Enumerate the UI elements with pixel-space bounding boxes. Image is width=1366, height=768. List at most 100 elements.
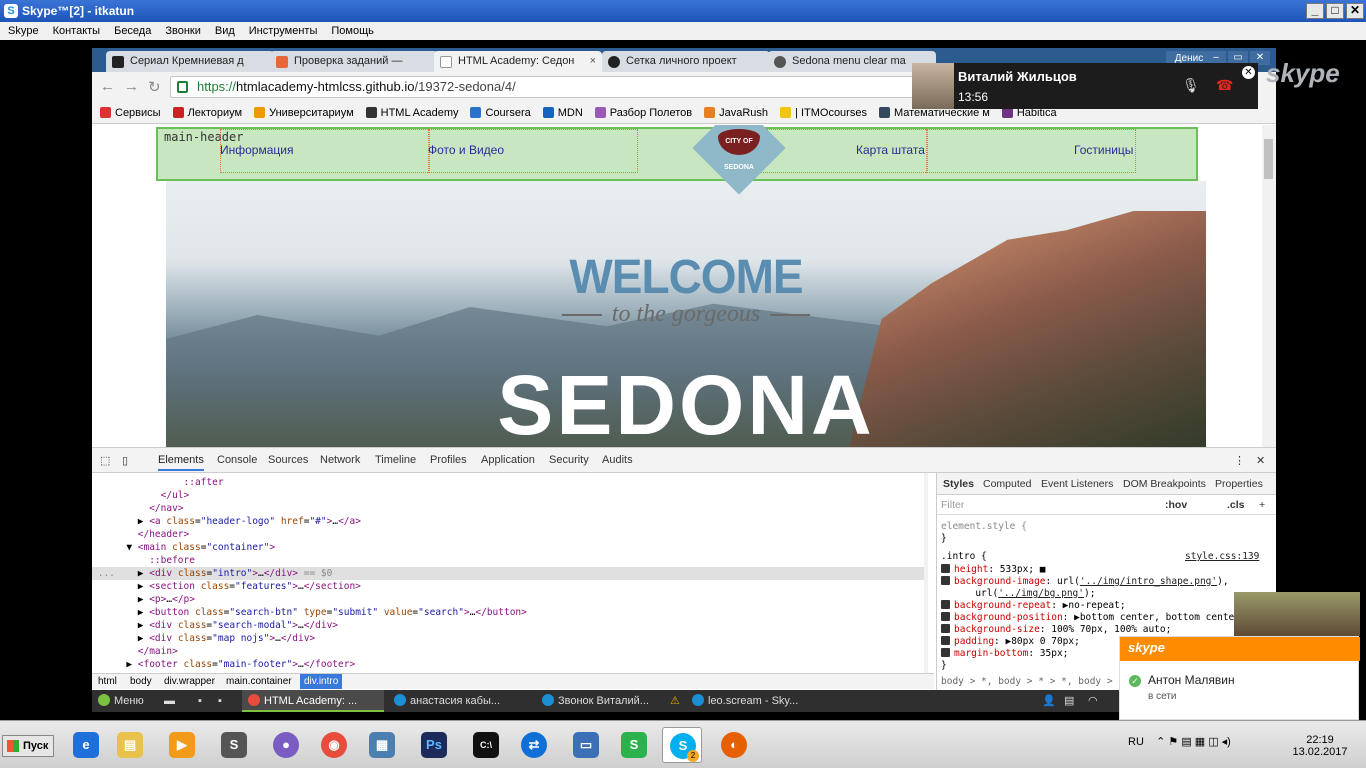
taskbar-network[interactable]: ▭	[566, 727, 606, 763]
taskbar-github[interactable]: ●	[266, 727, 306, 763]
task-skype-call[interactable]: Звонок Виталий...	[542, 690, 649, 712]
add-rule-icon[interactable]: +	[1259, 495, 1265, 515]
menu-calls[interactable]: Звонки	[157, 22, 207, 40]
tab-styles[interactable]: Styles	[943, 478, 974, 490]
filter-input[interactable]: Filter	[941, 499, 964, 511]
minimize-button[interactable]: _	[1306, 3, 1324, 19]
close-button[interactable]: ✕	[1346, 3, 1364, 19]
close-popup-icon[interactable]: ✕	[1242, 66, 1255, 79]
taskbar-skype[interactable]: S2	[662, 727, 702, 763]
taskbar-explorer[interactable]: ▤	[110, 727, 150, 763]
nav-link-photo[interactable]: Фото и Видео	[428, 143, 504, 157]
bookmark[interactable]: | ITMOcourses	[780, 107, 867, 119]
checkbox[interactable]	[941, 564, 950, 573]
tray-icons[interactable]: ⌃ ⚑ ▤ ▦ ◫ ◂)	[1156, 736, 1231, 748]
taskbar-media[interactable]: ▶	[162, 727, 202, 763]
mint-menu-button[interactable]: Меню	[98, 690, 144, 712]
forward-icon[interactable]: →	[124, 78, 139, 95]
reload-icon[interactable]: ↻	[148, 78, 161, 96]
tab-security[interactable]: Security	[549, 454, 589, 466]
task-skype-2[interactable]: leo.scream - Sky...	[692, 690, 798, 712]
checkbox[interactable]	[941, 576, 950, 585]
browser-tab[interactable]: Сетка личного проект	[602, 51, 770, 72]
close-tab-icon[interactable]: ×	[590, 51, 596, 72]
css-decl[interactable]: background-repeat: ▶no-repeat;	[941, 600, 1126, 612]
back-icon[interactable]: ←	[100, 78, 115, 95]
taskbar-firefox[interactable]: ◐	[714, 727, 754, 763]
css-decl[interactable]: background-image: url('../img/intro_shap…	[941, 576, 1229, 588]
maximize-button[interactable]: □	[1326, 3, 1344, 19]
menu-conversation[interactable]: Беседа	[106, 22, 157, 40]
bookmark[interactable]: Сервисы	[100, 107, 161, 119]
device-icon[interactable]: ▯	[122, 454, 128, 467]
tab-console[interactable]: Console	[217, 454, 257, 466]
bookmark[interactable]: Coursera	[470, 107, 531, 119]
checkbox[interactable]	[941, 636, 950, 645]
address-bar[interactable]: https://htmlacademy-htmlcss.github.io/19…	[170, 76, 930, 98]
dom-line[interactable]: ::before	[92, 554, 924, 567]
cls-toggle[interactable]: .cls	[1227, 495, 1245, 515]
user-icon[interactable]: 👤	[1042, 690, 1056, 712]
hang-up-icon[interactable]: ☎	[1216, 77, 1233, 94]
microphone-icon[interactable]: 🎙	[1182, 77, 1200, 94]
taskbar-ie[interactable]: e	[66, 727, 106, 763]
browser-tab[interactable]: Проверка заданий —	[270, 51, 438, 72]
dom-line[interactable]: </main>	[92, 645, 924, 658]
dom-line[interactable]: ▶ <div class="map nojs">…</div>	[92, 632, 924, 645]
task-chrome[interactable]: HTML Academy: ...	[242, 690, 384, 712]
taskbar-chrome[interactable]: ◉	[314, 727, 354, 763]
css-decl[interactable]: margin-bottom: 35px;	[941, 648, 1068, 660]
more-icon[interactable]: ⋮	[1234, 454, 1245, 467]
crumb[interactable]: html	[94, 674, 121, 689]
menu-contacts[interactable]: Контакты	[45, 22, 107, 40]
dom-line-selected[interactable]: ... ▶ <div class="intro">…</div> == $0	[92, 567, 924, 580]
menu-tools[interactable]: Инструменты	[241, 22, 324, 40]
dom-line[interactable]: ▶ <a class="header-logo" href="#">…</a>	[92, 515, 924, 528]
tab-elements[interactable]: Elements	[158, 454, 204, 471]
dom-line[interactable]: ::after	[92, 476, 924, 489]
tab-sources[interactable]: Sources	[268, 454, 308, 466]
scroll-thumb[interactable]	[1264, 139, 1273, 179]
menu-help[interactable]: Помощь	[323, 22, 380, 40]
tab-application[interactable]: Application	[481, 454, 535, 466]
crumb[interactable]: div.wrapper	[160, 674, 219, 689]
dom-line[interactable]: ▶ <p>…</p>	[92, 593, 924, 606]
checkbox[interactable]	[941, 612, 950, 621]
tab-dom-breakpoints[interactable]: DOM Breakpoints	[1123, 478, 1206, 490]
page-scrollbar[interactable]	[1262, 125, 1276, 447]
terminal-icon[interactable]: ▪	[198, 690, 202, 712]
browser-tab-active[interactable]: HTML Academy: Седон ×	[434, 51, 602, 72]
bookmark[interactable]: HTML Academy	[365, 107, 458, 119]
browser-tab[interactable]: Сериал Кремниевая д	[106, 51, 274, 72]
browser-tab[interactable]: Sedona menu clear ma	[768, 51, 936, 72]
checkbox[interactable]	[941, 600, 950, 609]
taskbar-teamviewer[interactable]: ⇄	[514, 727, 554, 763]
rule-source-link[interactable]: style.css:139	[1185, 551, 1259, 563]
tab-computed[interactable]: Computed	[983, 478, 1031, 490]
wifi-icon[interactable]: ◠	[1088, 690, 1098, 712]
css-decl[interactable]: background-size: 100% 70px, 100% auto;	[941, 624, 1171, 636]
bookmark[interactable]: Университариум	[254, 107, 354, 119]
dom-scrollbar[interactable]	[924, 473, 928, 673]
tab-audits[interactable]: Audits	[602, 454, 633, 466]
taskbar-cmd[interactable]: C:\	[466, 727, 506, 763]
dom-line[interactable]: ▼ <main class="container">	[92, 541, 924, 554]
tab-event-listeners[interactable]: Event Listeners	[1041, 478, 1113, 490]
dom-line[interactable]: ▶ <button class="search-btn" type="submi…	[92, 606, 924, 619]
bookmark[interactable]: Разбор Полетов	[594, 107, 692, 119]
contact-notification[interactable]: skype ✓ Антон Малявин в сети	[1119, 636, 1360, 720]
inspect-icon[interactable]: ⬚	[100, 454, 110, 467]
taskbar-sublime[interactable]: S	[214, 727, 254, 763]
files-icon[interactable]: ▪	[218, 690, 222, 712]
dom-line[interactable]: ▶ <section class="features">…</section>	[92, 580, 924, 593]
crumb[interactable]: body	[126, 674, 156, 689]
taskbar-photos[interactable]: ▦	[362, 727, 402, 763]
crumb[interactable]: main.container	[222, 674, 296, 689]
tab-network[interactable]: Network	[320, 454, 360, 466]
start-button[interactable]: Пуск	[2, 735, 54, 757]
dom-line[interactable]: </ul>	[92, 489, 924, 502]
bookmark[interactable]: Лекториум	[172, 107, 242, 119]
taskbar-photoshop[interactable]: Ps	[414, 727, 454, 763]
css-decl[interactable]: height: 533px; ■	[941, 564, 1046, 576]
hov-toggle[interactable]: :hov	[1165, 495, 1187, 515]
